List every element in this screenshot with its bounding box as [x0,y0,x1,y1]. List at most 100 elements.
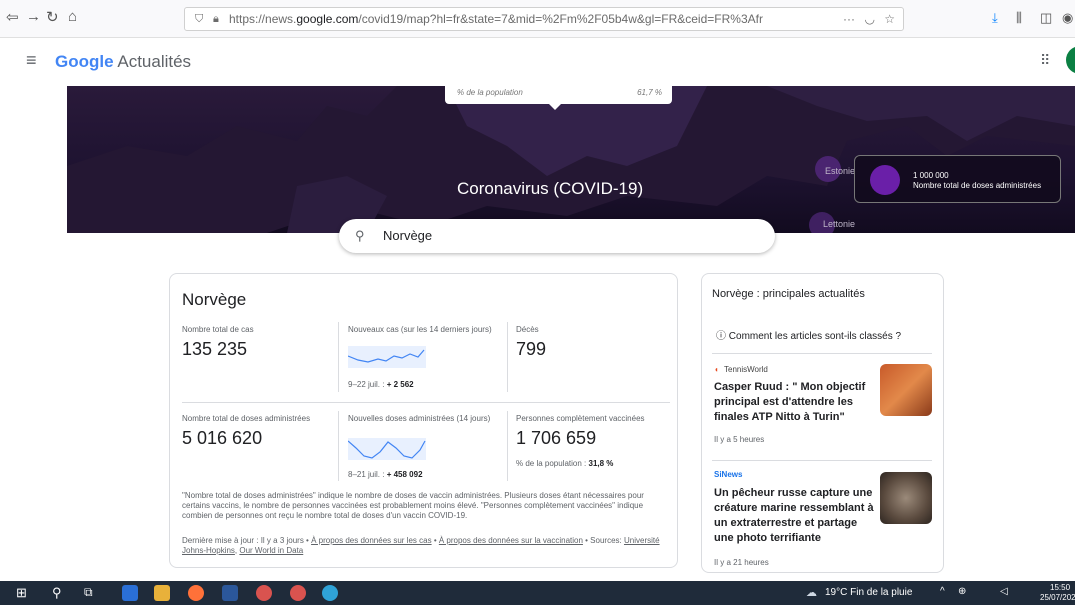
total-cases-label: Nombre total de cas [182,325,254,334]
site-header: ≡ Google Actualités ⠿ [0,38,1075,86]
divider [712,460,932,461]
deaths-value: 799 [516,339,547,359]
new-cases-label: Nouveaux cas (sur les 14 derniers jours) [348,325,492,334]
news-age: Il y a 5 heures [714,435,765,444]
tooltip-label: % de la population [457,88,523,97]
news-title: Norvège : principales actualités [712,288,865,300]
vaccinated-pct: % de la population : 31,8 % [516,459,613,468]
new-doses-value: + 458 092 [386,470,423,479]
new-doses-summary: 8–21 juil. : + 458 092 [348,470,423,479]
tooltip-value: 61,7 % [637,88,662,97]
reload-icon[interactable]: ↻ [46,8,59,26]
pocket-icon[interactable]: ◡ [865,8,875,30]
outlook-icon[interactable] [122,585,138,601]
firefox-icon[interactable] [188,585,204,601]
edge-icon[interactable] [322,585,338,601]
total-cases-value: 135 235 [182,339,248,359]
news-headline[interactable]: Casper Ruud : " Mon objectif principal e… [714,380,874,425]
country-stats-card: Norvège Nombre total de cas 135 235 Nouv… [169,273,678,568]
search-value: Norvège [383,228,433,243]
avatar[interactable] [1066,46,1075,74]
volume-icon[interactable]: ◁ [1000,586,1008,597]
legend-label: Nombre total de doses administrées [913,181,1042,190]
news-headline[interactable]: Un pêcheur russe capture une créature ma… [714,486,874,546]
app-icon[interactable] [256,585,272,601]
last-updated: Dernière mise à jour : Il y a 3 jours • … [182,536,670,556]
apps-grid-icon[interactable]: ⠿ [1040,52,1050,69]
deaths-label: Décès [516,325,539,334]
search-icon[interactable]: ⚲ [52,585,62,601]
clock-time: 15:50 [1050,583,1071,592]
word-icon[interactable] [222,585,238,601]
extension-icon[interactable]: ◉ [1062,10,1073,26]
page-title: Coronavirus (COVID-19) [457,179,644,198]
info-icon: ⓘ [716,331,729,342]
windows-taskbar: ⊞ ⚲ ⧉ ☁ 19°C Fin de la pluie ^ ⊕ ◁ 15:50… [0,581,1075,605]
tooltip-arrow [547,102,563,110]
ranking-info-link[interactable]: ⓘ Comment les articles sont-ils classés … [716,327,901,342]
legend-circle [870,165,900,195]
divider [182,402,670,403]
search-input[interactable]: ⚲ Norvège [339,219,775,253]
google-news-logo[interactable]: Google Actualités [55,52,191,72]
sources-label: • Sources: [582,536,624,545]
news-thumbnail[interactable] [880,364,932,416]
new-doses-label: Nouvelles doses administrées (14 jours) [348,414,491,423]
download-icon[interactable]: ⤓ [992,10,998,26]
ranking-info-label: Comment les articles sont-ils classés ? [728,331,902,342]
lock-icon: 🔒︎ [213,13,219,25]
new-cases-value: + 2 562 [386,380,414,389]
menu-icon[interactable]: ≡ [26,50,37,71]
shield-icon[interactable]: ⛉ [195,8,203,30]
tray-chevron-icon[interactable]: ^ [940,586,945,597]
news-article[interactable]: SiNews Un pêcheur russe capture une créa… [702,466,943,572]
library-icon[interactable]: ⫼ [1016,10,1022,26]
task-view-icon[interactable]: ⧉ [84,585,93,600]
clock-date: 25/07/2021 [1040,593,1075,602]
divider [507,322,508,392]
source-owid-link[interactable]: Our World in Data [239,546,303,555]
source-logo-tennisworld: ◖ [714,365,719,374]
forward-icon[interactable]: → [26,8,41,25]
news-thumbnail[interactable] [880,472,932,524]
news-source: TennisWorld [724,365,768,374]
divider [507,411,508,481]
bookmark-star-icon[interactable]: ☆ [884,8,895,30]
new-cases-range: 9–22 juil. : [348,380,387,389]
country-name: Norvège [182,290,247,309]
legend-value: 1 000 000 [913,171,949,180]
network-icon[interactable]: ⊕ [958,586,966,597]
windows-start-icon[interactable]: ⊞ [16,585,27,601]
divider [712,353,932,354]
vaccinated-value: 1 706 659 [516,428,597,448]
address-bar[interactable]: ⛉ 🔒︎ https://news.google.com/covid19/map… [184,7,904,31]
cases-data-link[interactable]: À propos des données sur les cas [311,536,432,545]
news-article[interactable]: ◖ TennisWorld Casper Ruud : " Mon object… [702,359,943,451]
vaccinated-pct-label: % de la population : [516,459,589,468]
data-note: "Nombre total de doses administrées" ind… [182,491,644,520]
search-icon[interactable]: ⚲ [355,228,365,244]
vaccination-data-link[interactable]: À propos des données sur la vaccination [439,536,583,545]
home-icon[interactable]: ⌂ [68,8,77,25]
total-doses-value: 5 016 620 [182,428,263,448]
map-legend: 1 000 000 Nombre total de doses administ… [854,155,1061,203]
browser-toolbar: ⇦ → ↻ ⌂ ⛉ 🔒︎ https://news.google.com/cov… [0,0,1075,38]
covid-map[interactable]: % de la population 61,7 % Estonie Letton… [67,86,1075,233]
more-icon[interactable]: ··· [843,8,855,30]
file-explorer-icon[interactable] [154,585,170,601]
divider [338,411,339,481]
new-doses-sparkline[interactable] [348,438,426,460]
news-source: SiNews [714,470,743,479]
total-doses-label: Nombre total de doses administrées [182,414,311,423]
new-doses-range: 8–21 juil. : [348,470,387,479]
url-path: /covid19/map?hl=fr&state=7&mid=%2Fm%2F05… [358,12,763,26]
url-prefix: https://news. [229,12,297,26]
vaccinated-pct-value: 31,8 % [588,459,614,468]
weather-status[interactable]: 19°C Fin de la pluie [825,587,912,598]
sidebar-icon[interactable]: ◫ [1040,10,1052,26]
app-icon[interactable] [290,585,306,601]
new-cases-sparkline[interactable] [348,346,426,368]
news-age: Il y a 21 heures [714,558,769,567]
system-clock[interactable]: 15:50 25/07/2021 [1040,583,1075,603]
back-icon[interactable]: ⇦ [6,8,19,26]
